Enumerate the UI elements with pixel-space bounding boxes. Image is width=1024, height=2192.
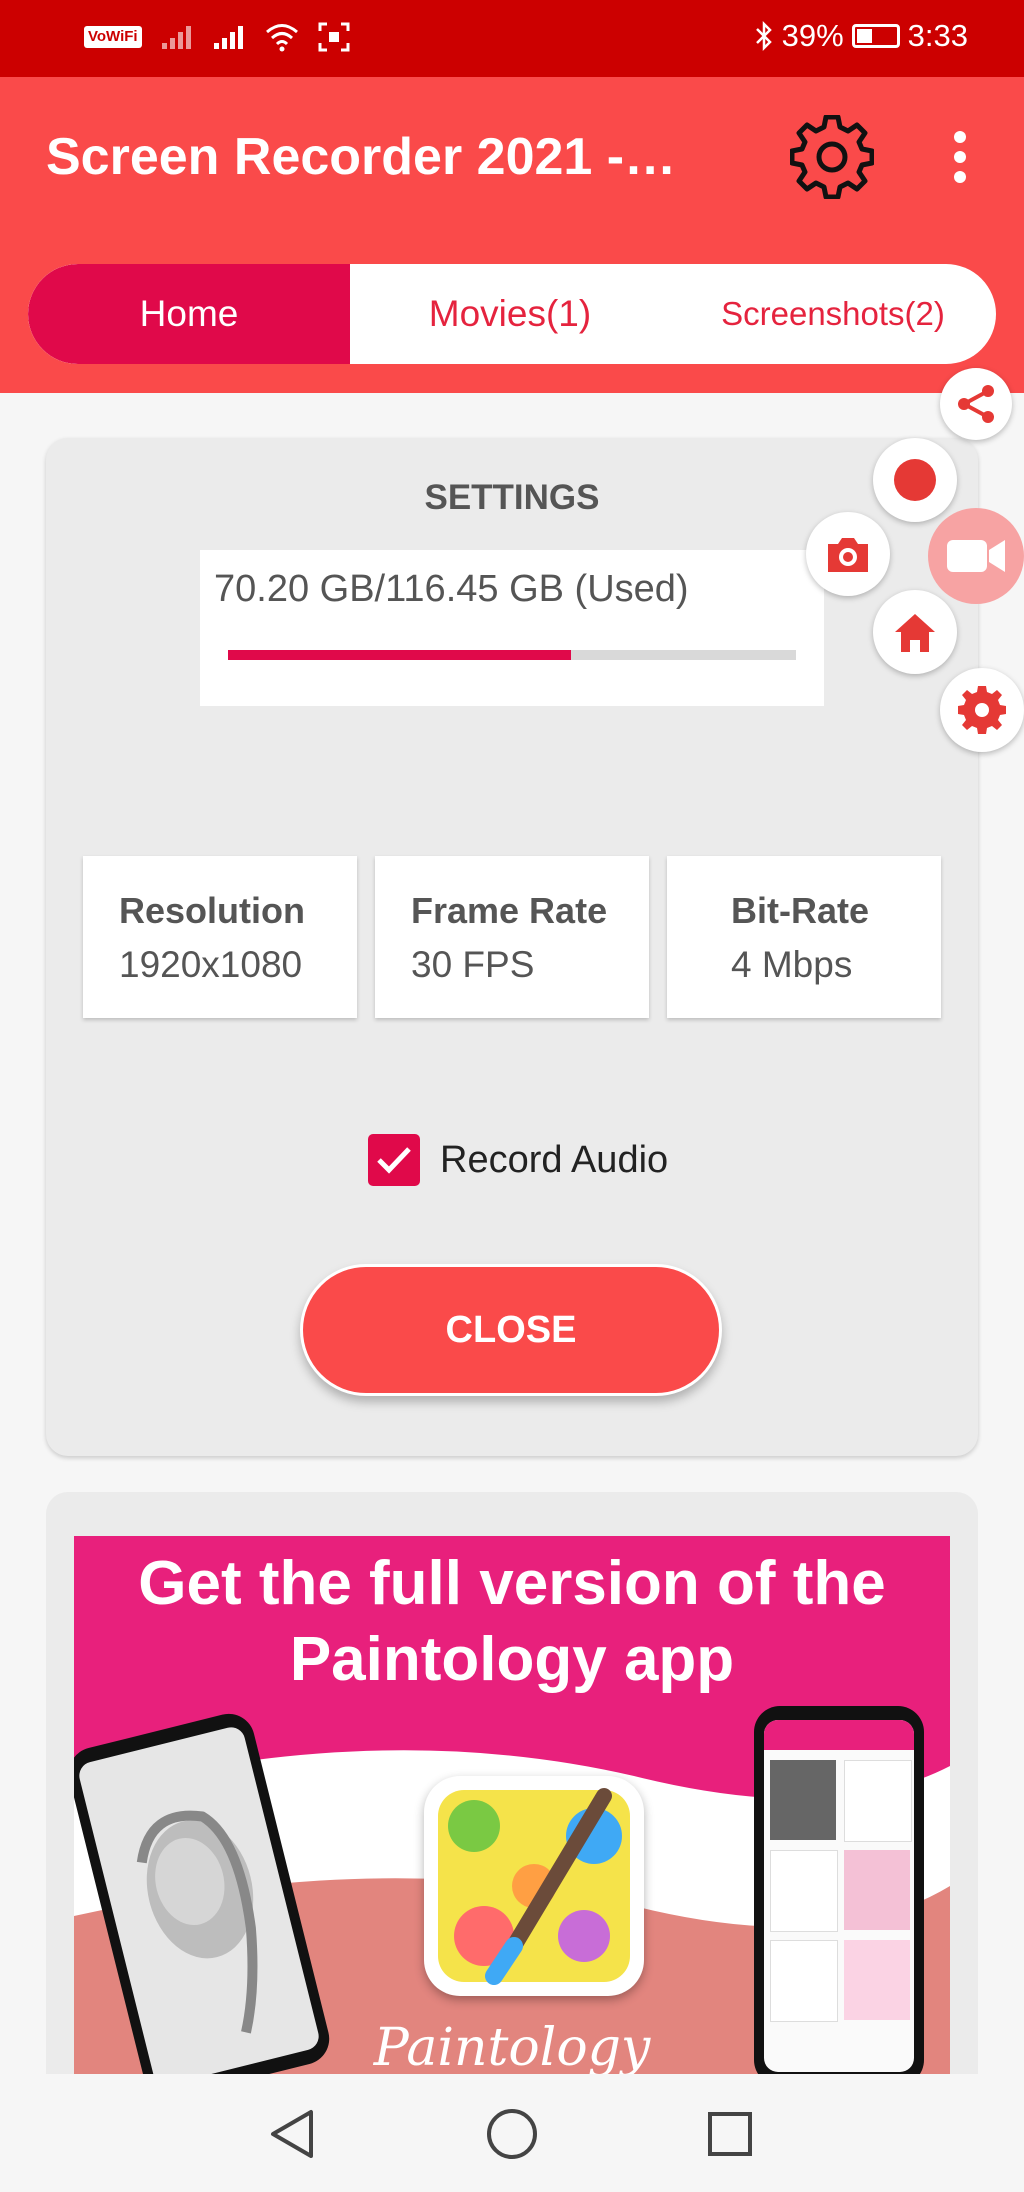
record-audio-row: Record Audio bbox=[368, 1134, 668, 1186]
back-button[interactable] bbox=[262, 2104, 322, 2164]
bit-rate-value: 4 Mbps bbox=[731, 944, 853, 985]
signal-icon bbox=[161, 26, 191, 49]
storage-progress-fill bbox=[228, 650, 571, 660]
ad-banner[interactable]: Get the full version of the Paintology a… bbox=[74, 1536, 950, 2076]
storage-text: 70.20 GB/116.45 GB (Used) bbox=[214, 568, 689, 610]
share-icon bbox=[958, 385, 994, 423]
close-button[interactable]: CLOSE bbox=[300, 1264, 722, 1396]
navigation-bar bbox=[0, 2074, 1024, 2192]
frame-rate-option[interactable]: Frame Rate 30 FPS bbox=[375, 856, 649, 1018]
bit-rate-label: Bit-Rate bbox=[731, 890, 870, 931]
status-bar-right: 39% 3:33 bbox=[754, 18, 968, 54]
battery-icon bbox=[851, 24, 900, 48]
screenshot-icon bbox=[318, 22, 350, 52]
back-icon bbox=[271, 2110, 313, 2158]
record-audio-label: Record Audio bbox=[440, 1138, 669, 1181]
tab-screenshots[interactable]: Screenshots(2) bbox=[670, 264, 996, 364]
video-camera-icon bbox=[947, 540, 1005, 572]
checkmark-icon bbox=[377, 1147, 411, 1174]
settings-icon bbox=[958, 686, 1006, 734]
wifi-icon bbox=[265, 24, 298, 52]
resolution-label: Resolution bbox=[119, 890, 305, 931]
video-bubble[interactable] bbox=[928, 508, 1024, 604]
screenshot-bubble[interactable] bbox=[806, 512, 890, 596]
app-title: Screen Recorder 2021 - Screen Recorder w… bbox=[46, 128, 686, 186]
record-bubble[interactable] bbox=[873, 438, 957, 522]
square-recents-icon bbox=[708, 2112, 752, 2156]
tab-home[interactable]: Home bbox=[28, 264, 350, 364]
tab-movies[interactable]: Movies(1) bbox=[350, 264, 670, 364]
record-icon bbox=[894, 459, 936, 501]
camera-icon bbox=[828, 538, 868, 572]
home-nav-button[interactable] bbox=[482, 2104, 542, 2164]
paintology-app-icon bbox=[424, 1776, 644, 1996]
app-bar: Screen Recorder 2021 - Screen Recorder w… bbox=[0, 77, 1024, 237]
gear-icon bbox=[789, 114, 875, 200]
tabs-strip: Home Movies(1) Screenshots(2) bbox=[0, 237, 1024, 393]
vowifi-badge: VoWiFi bbox=[84, 26, 142, 48]
recents-button[interactable] bbox=[700, 2104, 760, 2164]
home-bubble[interactable] bbox=[873, 590, 957, 674]
settings-button[interactable] bbox=[789, 114, 875, 200]
more-vert-icon bbox=[954, 131, 966, 143]
ad-brand: Paintology bbox=[373, 2018, 651, 2076]
signal-icon bbox=[213, 26, 243, 49]
resolution-value: 1920x1080 bbox=[119, 944, 303, 985]
storage-box: 70.20 GB/116.45 GB (Used) bbox=[200, 550, 824, 706]
battery-percent: 39% bbox=[781, 18, 844, 53]
circle-home-icon bbox=[487, 2109, 537, 2159]
bluetooth-icon bbox=[755, 20, 772, 52]
clock: 3:33 bbox=[907, 18, 968, 53]
record-audio-checkbox[interactable] bbox=[368, 1134, 420, 1186]
bit-rate-option[interactable]: Bit-Rate 4 Mbps bbox=[667, 856, 941, 1018]
status-bar-left: VoWiFi bbox=[84, 22, 350, 52]
frame-rate-value: 30 FPS bbox=[411, 944, 535, 985]
status-bar: VoWiFi 39% 3:33 bbox=[0, 0, 1024, 77]
settings-bubble[interactable] bbox=[940, 668, 1024, 752]
tab-bar: Home Movies(1) Screenshots(2) bbox=[28, 264, 996, 364]
share-bubble[interactable] bbox=[940, 368, 1012, 440]
more-options-button[interactable] bbox=[940, 127, 980, 187]
ad-heading: Get the full version of the Paintology a… bbox=[138, 1549, 886, 1694]
home-icon bbox=[895, 614, 935, 652]
storage-progress-bar bbox=[228, 650, 796, 660]
frame-rate-label: Frame Rate bbox=[411, 890, 608, 931]
resolution-option[interactable]: Resolution 1920x1080 bbox=[83, 856, 357, 1018]
